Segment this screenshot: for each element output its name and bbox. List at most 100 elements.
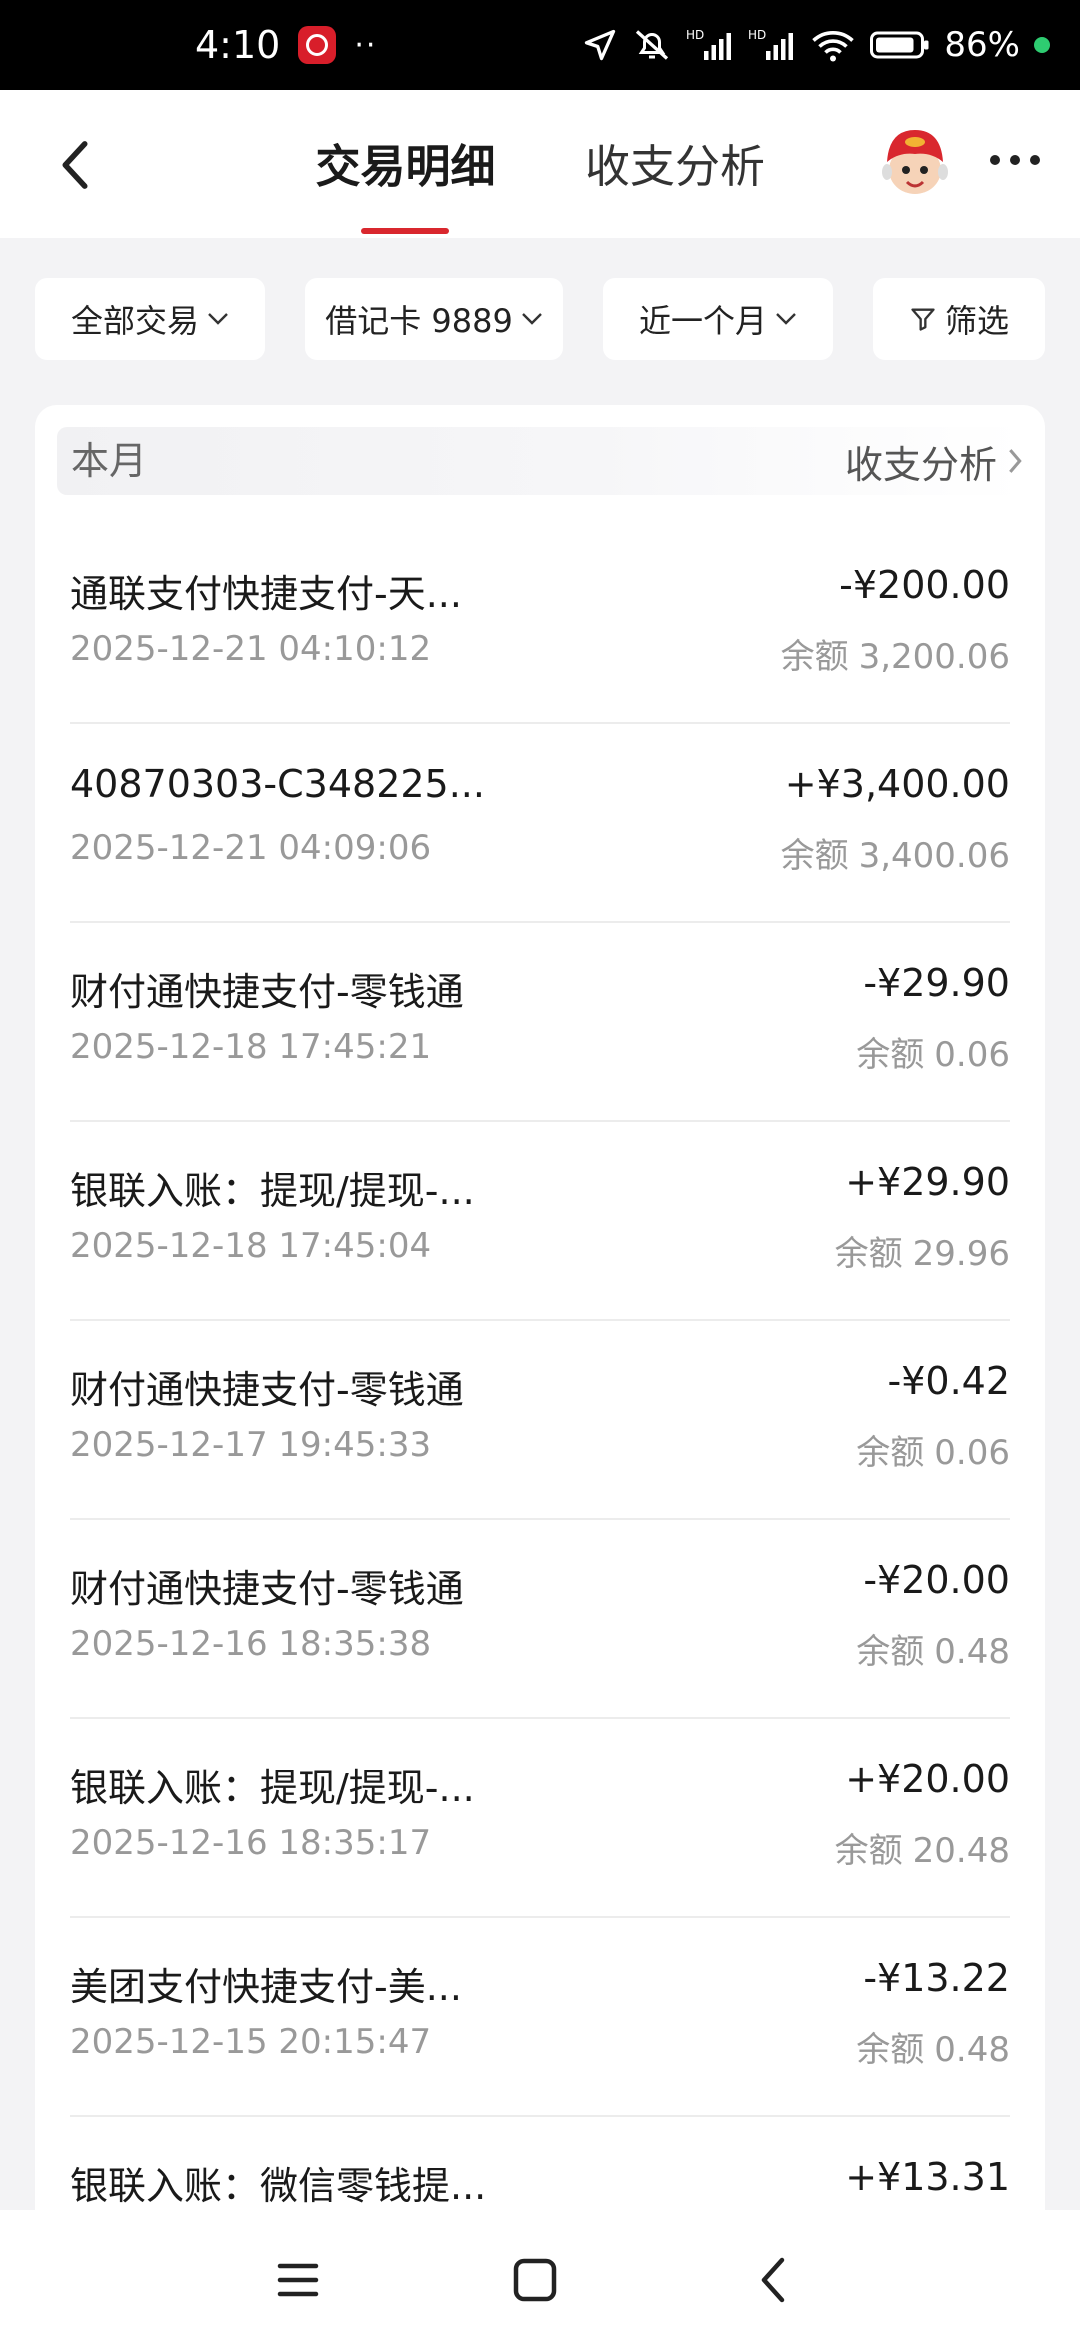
transaction-amount: +¥20.00 [845,1757,1010,1801]
status-dots: ·· [354,27,378,63]
balance-value: 0.06 [934,1433,1010,1473]
transaction-balance: 余额 0.48 [856,2022,1010,2071]
income-analysis-link[interactable]: 收支分析 [845,427,1023,495]
balance-label: 余额 [780,637,849,677]
mascot-avatar[interactable] [875,122,955,202]
filter-button[interactable]: 筛选 [873,278,1045,360]
transaction-row[interactable]: 财付通快捷支付-零钱通 2025-12-17 19:45:33 -¥0.42 余额 0.… [70,1321,1010,1520]
balance-label: 余额 [780,836,849,876]
chevron-down-icon [775,312,797,326]
menu-button[interactable] [263,2245,333,2315]
transaction-title: 银联入账：提现/提现-... [70,1169,475,1213]
status-bar: 4:10 ·· HD HD 86% [0,0,1080,90]
transaction-time: 2025-12-18 17:45:21 [70,1027,432,1067]
transaction-row[interactable]: 财付通快捷支付-零钱通 2025-12-18 17:45:21 -¥29.90 余额 0… [70,923,1010,1122]
transaction-amount: -¥20.00 [863,1558,1010,1602]
balance-label: 余额 [856,1632,925,1672]
month-header: 本月 收支分析 [57,427,1023,495]
transaction-title: 财付通快捷支付-零钱通 [70,1567,464,1611]
transaction-amount: +¥3,400.00 [784,762,1010,806]
filter-label: 全部交易 [70,302,199,340]
status-time: 4:10 [195,23,281,67]
transaction-row[interactable]: 财付通快捷支付-零钱通 2025-12-16 18:35:38 -¥20.00 余额 0… [70,1520,1010,1719]
mute-icon [632,27,672,63]
tab-transaction-details[interactable]: 交易明细 [313,132,498,234]
tab-income-analysis[interactable]: 收支分析 [580,132,770,202]
balance-value: 0.48 [934,1632,1010,1672]
transaction-amount: -¥13.22 [863,1956,1010,2000]
tab-label: 交易明细 [315,140,496,193]
transaction-row[interactable]: 40870303-C348225... 2025-12-21 04:09:06 +¥… [70,724,1010,923]
system-back-button[interactable] [738,2245,808,2315]
home-button[interactable] [500,2245,570,2315]
filter-debit-card[interactable]: 借记卡 9889 [305,278,563,360]
balance-value: 3,200.06 [858,637,1010,677]
transaction-row[interactable]: 美团支付快捷支付-美... 2025-12-15 20:15:47 -¥13.22 余… [70,1918,1010,2117]
transaction-balance: 余额 3,400.06 [781,828,1010,877]
system-nav-bar [0,2210,1080,2340]
balance-value: 3,400.06 [858,836,1010,876]
svg-text:HD: HD [748,28,766,42]
transaction-row[interactable]: 银联入账：提现/提现-... 2025-12-16 18:35:17 +¥20.00… [70,1719,1010,1918]
filter-all-transactions[interactable]: 全部交易 [35,278,265,360]
filter-label: 筛选 [944,302,1009,340]
balance-value: 0.48 [934,2030,1010,2070]
balance-label: 余额 [856,1433,925,1473]
home-icon [513,2258,557,2302]
transaction-balance: 余额 29.96 [835,1226,1010,1275]
chevron-right-icon [1009,449,1022,473]
more-dot [1010,155,1020,165]
svg-text:HD: HD [686,28,704,42]
transaction-title: 40870303-C348225... [70,762,485,806]
filter-label: 借记卡 9889 [325,302,513,340]
transaction-balance: 余额 3,200.06 [781,629,1010,678]
wifi-icon [810,27,856,63]
back-icon [761,2257,785,2303]
transaction-time: 2025-12-17 19:45:33 [70,1425,432,1465]
back-button[interactable] [50,135,100,195]
location-icon [582,27,618,63]
transaction-title: 财付通快捷支付-零钱通 [70,970,464,1014]
analysis-link-label: 收支分析 [844,442,997,487]
chevron-left-icon [62,141,88,189]
transaction-title: 财付通快捷支付-零钱通 [70,1368,464,1412]
transaction-row[interactable]: 通联支付快捷支付-天... 2025-12-21 04:10:12 -¥200.00… [70,525,1010,724]
transaction-balance: 余额 20.48 [835,1823,1010,1872]
filter-time-range[interactable]: 近一个月 [603,278,833,360]
more-options-button[interactable] [990,140,1040,180]
transaction-amount: -¥29.90 [863,961,1010,1005]
transaction-title: 通联支付快捷支付-天... [70,572,462,616]
balance-value: 20.48 [912,1831,1010,1871]
balance-label: 余额 [856,1035,925,1075]
status-green-dot [1034,37,1050,53]
more-dot [990,155,1000,165]
transaction-amount: +¥29.90 [845,1160,1010,1204]
filter-bar: 全部交易 借记卡 9889 近一个月 筛选 [0,278,1080,360]
transaction-amount: +¥13.31 [845,2155,1010,2199]
signal-hd-icon: HD [748,27,796,63]
balance-value: 0.06 [934,1035,1010,1075]
balance-label: 余额 [834,1831,903,1871]
balance-label: 余额 [834,1234,903,1274]
menu-icon [277,2263,319,2297]
transaction-row[interactable]: 银联入账：提现/提现-... 2025-12-18 17:45:04 +¥29.90… [70,1122,1010,1321]
transaction-amount: -¥200.00 [839,563,1010,607]
transaction-title: 美团支付快捷支付-美... [70,1965,462,2009]
transaction-time: 2025-12-16 18:35:17 [70,1823,432,1863]
transaction-time: 2025-12-18 17:45:04 [70,1226,432,1266]
transaction-title: 银联入账：微信零钱提... [70,2164,487,2208]
transaction-amount: -¥0.42 [887,1359,1011,1403]
transaction-time: 2025-12-21 04:09:06 [70,828,432,868]
transaction-time: 2025-12-16 18:35:38 [70,1624,432,1664]
chevron-down-icon [207,312,229,326]
battery-percent: 86% [944,25,1020,65]
filter-label: 近一个月 [638,302,767,340]
transaction-time: 2025-12-15 20:15:47 [70,2022,432,2062]
transaction-balance: 余额 0.06 [856,1027,1010,1076]
transaction-title: 银联入账：提现/提现-... [70,1766,475,1810]
more-dot [1030,155,1040,165]
chevron-down-icon [521,312,543,326]
transaction-time: 2025-12-21 04:10:12 [70,629,432,669]
transaction-balance: 余额 0.48 [856,1624,1010,1673]
active-tab-indicator [361,228,449,234]
